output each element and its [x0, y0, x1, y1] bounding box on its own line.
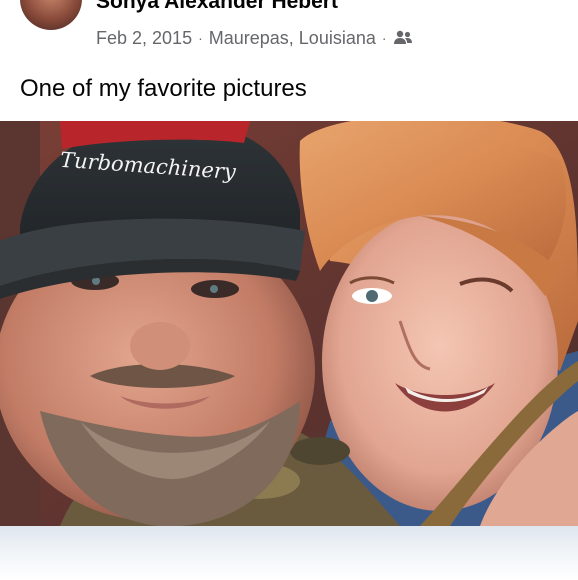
- author-name[interactable]: Sonya Alexander Hebert: [96, 0, 338, 14]
- post-photo[interactable]: Turbomachinery: [0, 121, 578, 526]
- meta-separator: ·: [381, 30, 387, 46]
- author-avatar[interactable]: [20, 0, 82, 30]
- meta-separator: ·: [198, 30, 203, 46]
- photo-bottom-edge: [0, 526, 578, 580]
- friends-icon[interactable]: [393, 30, 413, 46]
- post-location[interactable]: Maurepas, Louisiana: [209, 28, 376, 49]
- post-text: One of my favorite pictures: [20, 75, 307, 102]
- post-date[interactable]: Feb 2, 2015: [96, 28, 192, 49]
- post-meta: Feb 2, 2015 · Maurepas, Louisiana ·: [96, 26, 413, 50]
